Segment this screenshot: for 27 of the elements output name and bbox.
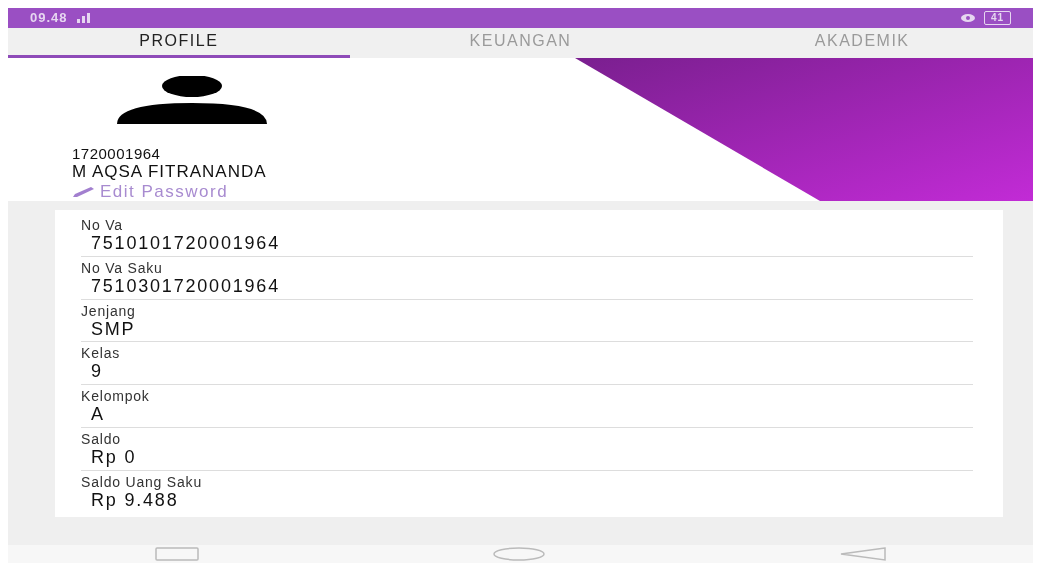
back-button-icon[interactable] bbox=[838, 546, 887, 561]
status-time: 09.48 bbox=[30, 9, 68, 27]
field-label: Saldo bbox=[81, 430, 122, 448]
field-label: Kelompok bbox=[81, 388, 151, 405]
field-value: 7510101720001964 bbox=[90, 233, 281, 254]
field-value: SMP bbox=[91, 318, 137, 340]
square-button-icon[interactable] bbox=[154, 546, 199, 561]
tab[interactable]: KEUANGAN bbox=[349, 27, 692, 59]
student-id: 1720001964 bbox=[72, 146, 162, 163]
field-label: Saldo Uang Saku bbox=[81, 473, 203, 490]
field-value: Rp 9.488 bbox=[90, 489, 180, 511]
student-name: M AQSA FITRANANDA bbox=[72, 162, 268, 182]
field-value: A bbox=[90, 404, 106, 425]
field-label: Kelas bbox=[81, 345, 122, 362]
home-button-icon[interactable] bbox=[491, 546, 546, 561]
tab[interactable]: AKADEMIK bbox=[691, 27, 1033, 59]
eye-icon bbox=[959, 12, 976, 23]
edit-password-link[interactable]: Edit Password bbox=[72, 182, 229, 202]
field-label: Jenjang bbox=[81, 302, 137, 319]
signal-icon bbox=[75, 12, 92, 23]
field-label: No Va Saku bbox=[81, 259, 164, 276]
field-value: 7510301720001964 bbox=[90, 275, 281, 297]
field-value: 9 bbox=[90, 361, 104, 383]
battery-level: 41 bbox=[983, 10, 1011, 25]
field-value: Rp 0 bbox=[90, 447, 138, 468]
pencil-icon bbox=[72, 186, 96, 199]
field-label: No Va bbox=[81, 217, 124, 234]
